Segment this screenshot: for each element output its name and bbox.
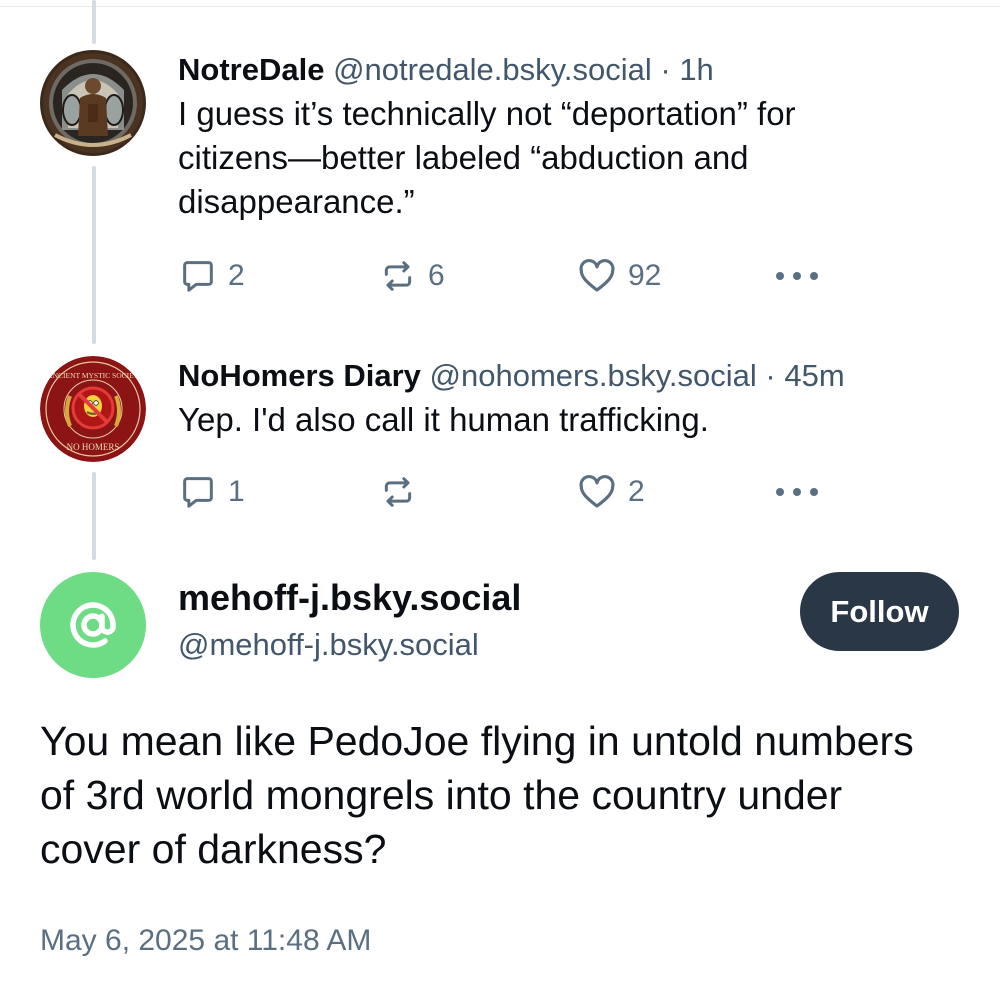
thread-post-notredale[interactable]: NotreDale @notredale.bsky.social · 1h I …: [0, 0, 1000, 330]
at-sign-icon: [70, 602, 116, 648]
handle[interactable]: @nohomers.bsky.social: [430, 358, 757, 393]
like-icon: [579, 259, 615, 292]
follow-button[interactable]: Follow: [800, 572, 959, 651]
reply-icon: [183, 261, 213, 292]
reply-count: 1: [228, 475, 245, 508]
reply-count: 2: [228, 259, 245, 292]
reply-button[interactable]: 2: [178, 254, 245, 298]
like-button[interactable]: 2: [576, 470, 645, 514]
repost-count: 6: [428, 259, 445, 292]
post-text: Yep. I'd also call it human trafficking.: [178, 401, 709, 438]
post-text: I guess it’s technically not “deportatio…: [178, 95, 796, 220]
like-button[interactable]: 92: [576, 254, 661, 298]
avatar[interactable]: THE ANCIENT MYSTIC SOCIETY OF NO HOMERS: [40, 356, 146, 462]
repost-button[interactable]: 6: [378, 254, 445, 298]
post-actions: 1 2: [178, 470, 828, 514]
more-icon: [776, 272, 818, 280]
handle[interactable]: @notredale.bsky.social: [333, 52, 652, 87]
like-count: 92: [628, 259, 662, 292]
post-text: You mean like PedoJoe flying in untold n…: [40, 718, 914, 872]
display-name[interactable]: NotreDale: [178, 52, 324, 87]
seal-text-bottom: NO HOMERS: [67, 442, 120, 452]
repost-icon: [384, 477, 412, 507]
separator: ·: [765, 358, 776, 393]
no-homers-seal-avatar: THE ANCIENT MYSTIC SOCIETY OF NO HOMERS: [40, 356, 146, 462]
seal-text-top: THE ANCIENT MYSTIC SOCIETY OF: [40, 371, 146, 380]
like-icon: [579, 475, 615, 508]
repost-icon: [384, 261, 412, 291]
avatar[interactable]: [40, 572, 146, 678]
thread-post-nohomers[interactable]: THE ANCIENT MYSTIC SOCIETY OF NO HOMERS …: [0, 340, 1000, 530]
display-name[interactable]: mehoff-j.bsky.social: [178, 576, 521, 620]
like-count: 2: [628, 475, 645, 508]
reply-icon: [183, 477, 213, 508]
reply-button[interactable]: 1: [178, 470, 245, 514]
handle[interactable]: @mehoff-j.bsky.social: [178, 624, 479, 666]
stained-glass-monk-avatar: [40, 50, 146, 156]
post-header: NotreDale @notredale.bsky.social · 1h: [178, 50, 960, 90]
post-timestamp: May 6, 2025 at 11:48 AM: [40, 924, 372, 957]
more-options-button[interactable]: [774, 254, 820, 298]
more-options-button[interactable]: [774, 470, 820, 514]
more-icon: [776, 488, 818, 496]
avatar[interactable]: [40, 50, 146, 156]
post-time[interactable]: 45m: [784, 358, 844, 393]
repost-button[interactable]: [378, 470, 418, 514]
post-actions: 2 6 92: [178, 254, 828, 298]
separator: ·: [660, 52, 671, 87]
post-header: NoHomers Diary @nohomers.bsky.social · 4…: [178, 356, 960, 396]
display-name[interactable]: NoHomers Diary: [178, 358, 421, 393]
post-time[interactable]: 1h: [679, 52, 713, 87]
